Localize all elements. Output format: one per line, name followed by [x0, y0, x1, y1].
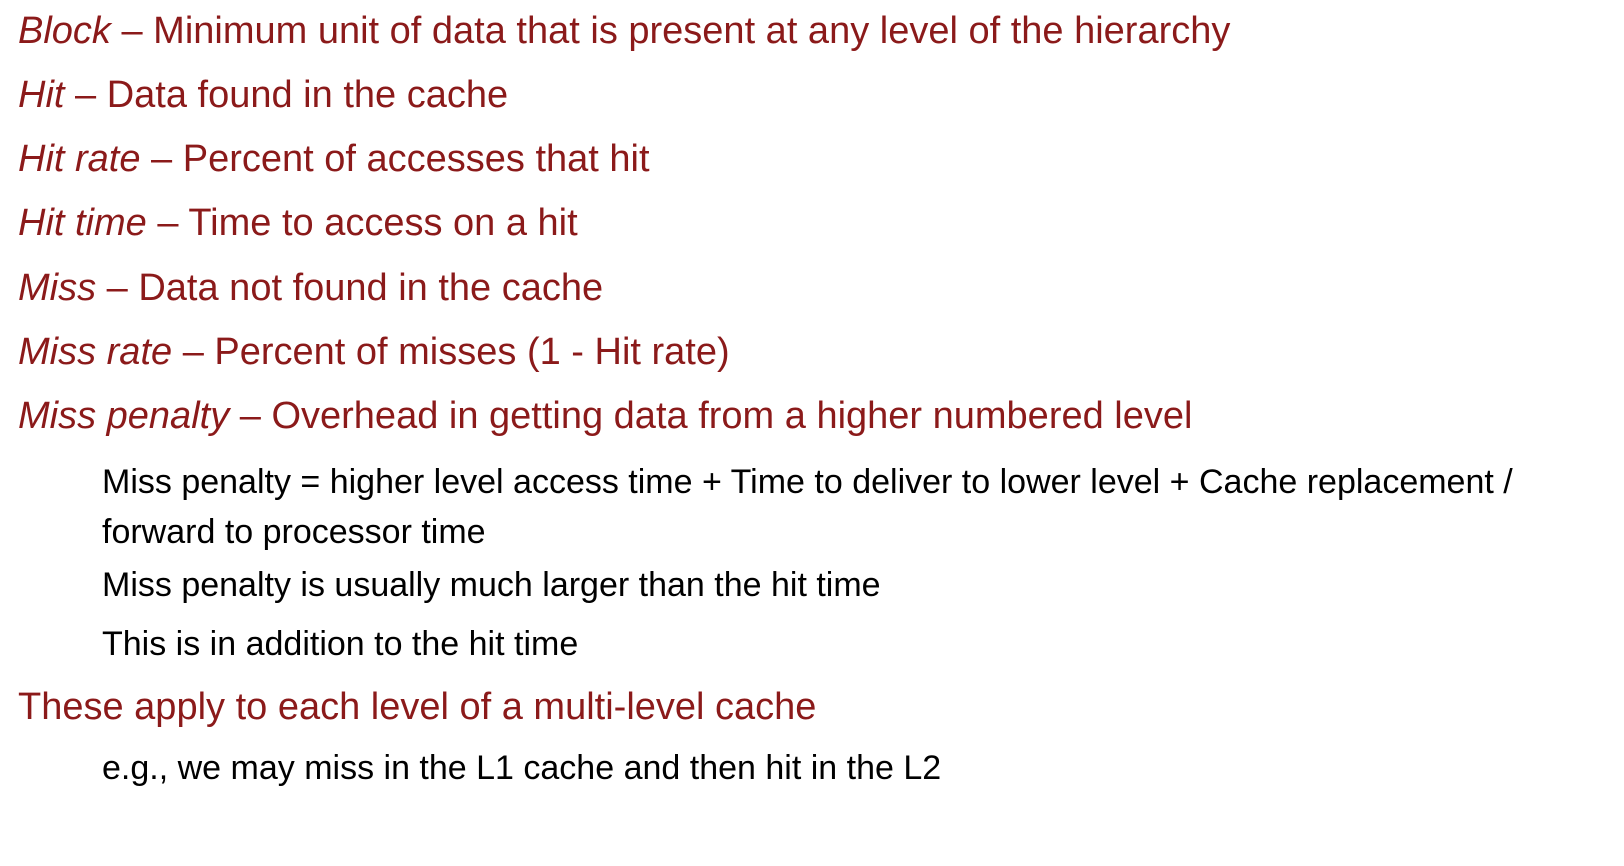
slide: Block – Minimum unit of data that is pre… [0, 0, 1624, 866]
definition-hit-time: Hit time – Time to access on a hit [18, 202, 578, 246]
term-separator: – [64, 74, 107, 116]
multilevel-heading: These apply to each level of a multi-lev… [18, 686, 817, 728]
term-label: Miss rate [18, 331, 173, 373]
term-description: Percent of accesses that hit [182, 138, 650, 180]
term-label: Hit [18, 74, 65, 116]
term-separator: – [96, 267, 139, 309]
definition-hit-rate: Hit rate – Percent of accesses that hit [18, 138, 650, 182]
term-description: Data found in the cache [106, 74, 509, 116]
term-separator: – [140, 138, 183, 180]
term-separator: – [172, 331, 215, 373]
definition-block: Block – Minimum unit of data that is pre… [18, 10, 1230, 54]
multilevel-example: e.g., we may miss in the L1 cache and th… [102, 749, 942, 787]
definition-hit: Hit – Data found in the cache [18, 74, 508, 118]
term-description: Time to access on a hit [188, 202, 578, 244]
term-separator: – [110, 10, 154, 52]
miss-penalty-note: This is in addition to the hit time [102, 625, 579, 663]
term-label: Hit rate [18, 138, 141, 180]
term-description: Overhead in getting data from a higher n… [271, 395, 1193, 437]
term-label: Hit time [18, 202, 147, 244]
term-description: Percent of misses (1 - Hit rate) [214, 331, 730, 373]
term-description: Data not found in the cache [138, 267, 604, 309]
term-label: Block [18, 10, 111, 52]
term-label: Miss penalty [18, 395, 230, 437]
term-separator: – [229, 395, 272, 437]
term-separator: – [146, 202, 189, 244]
term-description: Minimum unit of data that is present at … [153, 10, 1231, 52]
definition-miss: Miss – Data not found in the cache [18, 267, 603, 311]
definition-miss-rate: Miss rate – Percent of misses (1 - Hit r… [18, 331, 730, 375]
miss-penalty-formula: Miss penalty = higher level access time … [102, 463, 1513, 551]
miss-penalty-note: Miss penalty is usually much larger than… [102, 566, 881, 604]
definition-miss-penalty: Miss penalty – Overhead in getting data … [18, 395, 1192, 439]
term-label: Miss [18, 267, 97, 309]
